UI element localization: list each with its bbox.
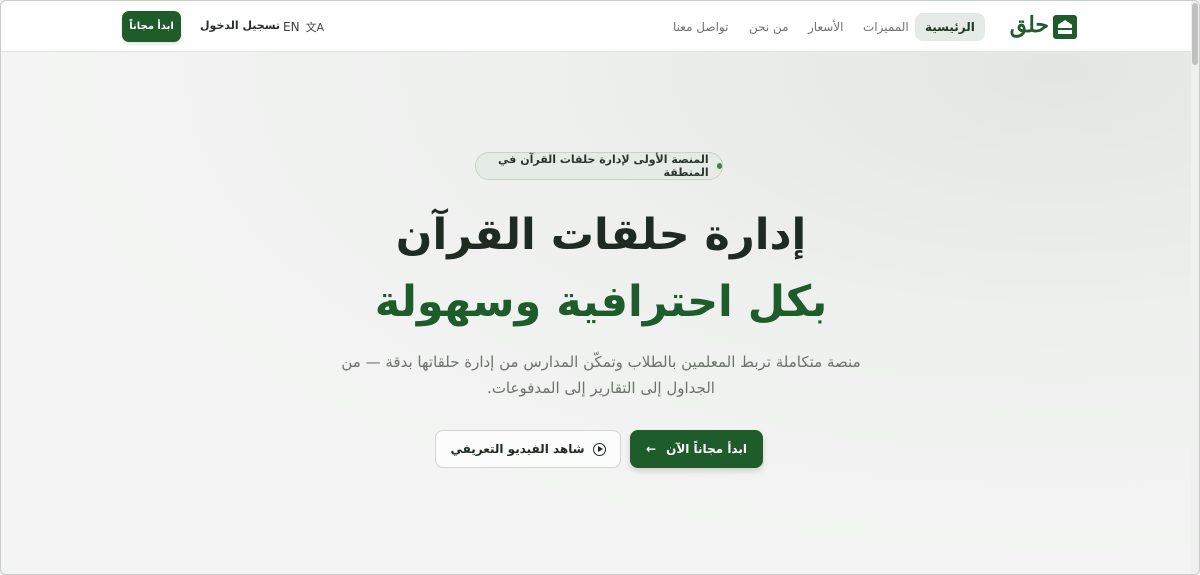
badge-text: المنصة الأولى لإدارة حلقات القرآن في الم… xyxy=(498,153,709,179)
logo[interactable]: حلق xyxy=(993,12,1077,40)
nav-features[interactable]: المميزات xyxy=(863,13,909,41)
language-switch[interactable]: EN 文A xyxy=(283,19,324,35)
language-label: EN xyxy=(283,20,300,34)
play-circle-icon xyxy=(592,442,606,456)
nav-about[interactable]: من نحن xyxy=(749,13,789,41)
watch-video-label: شاهد الفيديو التعريفي xyxy=(450,442,585,456)
hero-title-line1: إدارة حلقات القرآن xyxy=(395,210,807,260)
nav-pricing[interactable]: الأسعار xyxy=(808,13,843,41)
scrollbar-thumb[interactable] xyxy=(1192,3,1198,65)
nav-contact[interactable]: تواصل معنا xyxy=(673,13,728,41)
hero-badge: المنصة الأولى لإدارة حلقات القرآن في الم… xyxy=(475,152,723,180)
start-free-button[interactable]: ابدأ مجاناً xyxy=(122,11,181,42)
translate-icon: 文A xyxy=(305,21,325,34)
start-free-now-button[interactable]: ابدأ مجاناً الآن ← xyxy=(630,430,763,468)
hero-subtitle: منصة متكاملة تربط المعلمين بالطلاب وتمكّ… xyxy=(341,353,861,397)
badge-dot-icon xyxy=(716,163,722,169)
watch-video-button[interactable]: شاهد الفيديو التعريفي xyxy=(435,430,621,468)
logo-icon xyxy=(1053,15,1077,39)
arrow-left-icon: ← xyxy=(646,442,657,456)
login-link[interactable]: تسجيل الدخول xyxy=(200,19,280,32)
start-free-now-label: ابدأ مجاناً الآن xyxy=(666,442,747,456)
page: حلق الرئيسية المميزات الأسعار من نحن توا… xyxy=(0,0,1200,575)
hero-title-line2: بكل احترافية وسهولة xyxy=(374,277,828,327)
scrollbar[interactable] xyxy=(1191,1,1199,574)
logo-text: حلق xyxy=(1009,12,1049,38)
nav-home[interactable]: الرئيسية xyxy=(915,13,985,41)
top-navbar: حلق الرئيسية المميزات الأسعار من نحن توا… xyxy=(1,1,1192,52)
